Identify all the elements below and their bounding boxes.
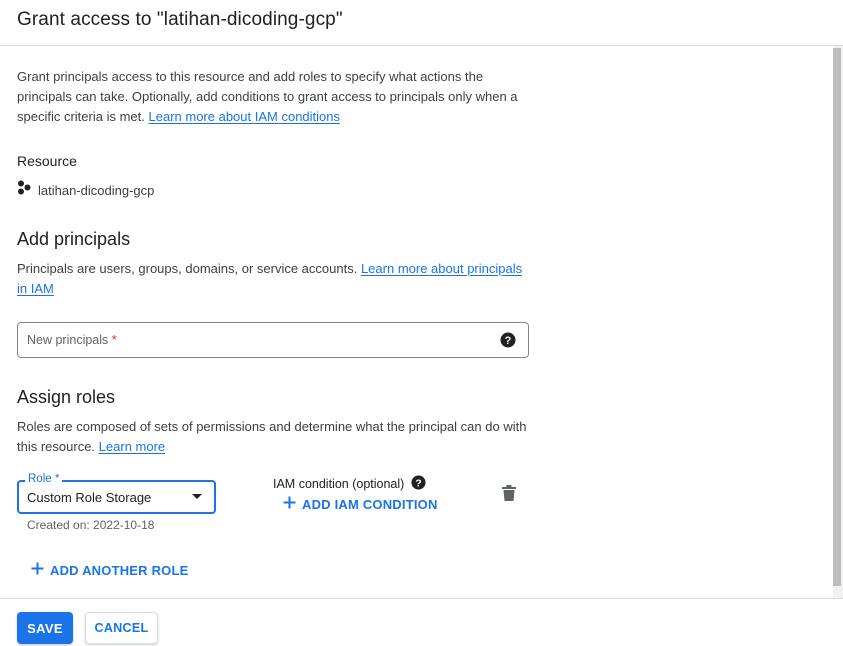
save-button[interactable]: SAVE [17,612,73,644]
add-principals-description: Principals are users, groups, domains, o… [17,259,527,299]
learn-more-iam-conditions-link[interactable]: Learn more about IAM conditions [149,109,341,124]
dialog-title: Grant access to "latihan-dicoding-gcp" [17,9,343,30]
resource-row: latihan-dicoding-gcp [17,180,154,200]
dropdown-arrow-icon [192,494,202,499]
cancel-button[interactable]: CANCEL [85,612,158,644]
assign-roles-text: Roles are composed of sets of permission… [17,419,527,454]
scrollbar-thumb[interactable] [833,48,841,586]
help-icon[interactable]: ? [411,475,426,493]
add-principals-heading: Add principals [17,229,131,249]
resource-name: latihan-dicoding-gcp [38,182,155,198]
role-hint: Created on: 2022-10-18 [27,518,155,532]
add-iam-condition-button[interactable]: ADD IAM CONDITION [283,496,438,512]
role-value: Custom Role Storage [27,490,152,505]
delete-icon[interactable] [502,485,516,506]
dialog-footer: SAVE CANCEL [0,598,843,646]
svg-text:?: ? [505,335,512,347]
iam-condition-label: IAM condition (optional) [273,477,405,491]
iam-condition-label-row: IAM condition (optional) ? [273,475,426,493]
new-principals-field[interactable]: New principals * ? [17,322,529,358]
add-iam-condition-label: ADD IAM CONDITION [302,496,438,512]
learn-more-roles-link[interactable]: Learn more [99,439,165,454]
assign-roles-description: Roles are composed of sets of permission… [17,417,527,457]
resource-heading: Resource [17,153,77,169]
assign-roles-heading: Assign roles [17,387,116,407]
add-another-role-label: ADD ANOTHER ROLE [50,562,189,578]
project-icon [17,180,32,200]
svg-text:?: ? [416,478,422,489]
dialog-header: Grant access to "latihan-dicoding-gcp" [0,0,843,46]
intro-paragraph: Grant principals access to this resource… [17,67,527,127]
role-select[interactable]: Role * Custom Role Storage [17,473,216,514]
help-icon[interactable]: ? [500,332,516,353]
new-principals-input[interactable] [18,323,488,357]
add-another-role-button[interactable]: ADD ANOTHER ROLE [31,562,189,578]
scrollbar[interactable] [833,46,843,598]
plus-icon [283,496,296,512]
add-principals-text: Principals are users, groups, domains, o… [17,261,358,276]
dialog-content: Grant principals access to this resource… [0,46,833,598]
plus-icon [31,562,44,578]
role-label: Role * [25,473,63,485]
